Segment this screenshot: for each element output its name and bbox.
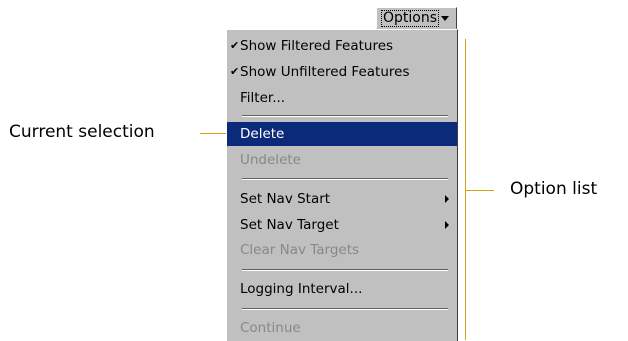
- submenu-arrow-icon: [445, 221, 449, 229]
- annotation-option-list: Option list: [510, 179, 598, 199]
- menu-item-continue: Continue: [227, 316, 457, 340]
- menu-item-label: Show Unfiltered Features: [240, 64, 410, 80]
- menu-item-label: Clear Nav Targets: [240, 242, 360, 258]
- options-menu: ✔ Show Filtered Features ✔ Show Unfilter…: [226, 29, 458, 341]
- submenu-arrow-icon: [445, 195, 449, 203]
- annotation-current-selection: Current selection: [9, 122, 155, 142]
- menu-item-delete[interactable]: Delete: [227, 122, 457, 146]
- menu-item-set-nav-target[interactable]: Set Nav Target: [227, 213, 457, 237]
- menu-item-clear-nav-targets: Clear Nav Targets: [227, 238, 457, 262]
- menu-separator: [242, 269, 448, 271]
- menu-item-label: Set Nav Start: [240, 191, 331, 207]
- menu-item-show-unfiltered-features[interactable]: ✔ Show Unfiltered Features: [227, 60, 457, 84]
- options-menu-button[interactable]: Options: [376, 7, 457, 29]
- menu-item-label: Filter...: [240, 90, 286, 106]
- menu-separator: [242, 178, 448, 180]
- menu-item-set-nav-start[interactable]: Set Nav Start: [227, 187, 457, 211]
- menu-item-label: Set Nav Target: [240, 217, 339, 233]
- menu-separator: [242, 308, 448, 310]
- check-icon: ✔: [230, 65, 240, 78]
- chevron-down-icon: [441, 15, 450, 21]
- menu-item-filter[interactable]: Filter...: [227, 86, 457, 110]
- check-icon: ✔: [230, 39, 240, 52]
- menu-item-label: Delete: [240, 126, 285, 142]
- menu-item-label: Continue: [240, 320, 301, 336]
- menu-item-show-filtered-features[interactable]: ✔ Show Filtered Features: [227, 34, 457, 58]
- menu-item-label: Logging Interval...: [240, 281, 363, 297]
- menu-item-label: Show Filtered Features: [240, 38, 394, 54]
- menu-item-undelete: Undelete: [227, 148, 457, 172]
- annotation-pointer-line: [200, 133, 226, 134]
- menu-separator: [242, 115, 448, 117]
- menu-item-logging-interval[interactable]: Logging Interval...: [227, 277, 457, 301]
- annotation-bracket-tick: [466, 190, 494, 191]
- options-menu-label: Options: [381, 9, 440, 27]
- menu-item-label: Undelete: [240, 152, 301, 168]
